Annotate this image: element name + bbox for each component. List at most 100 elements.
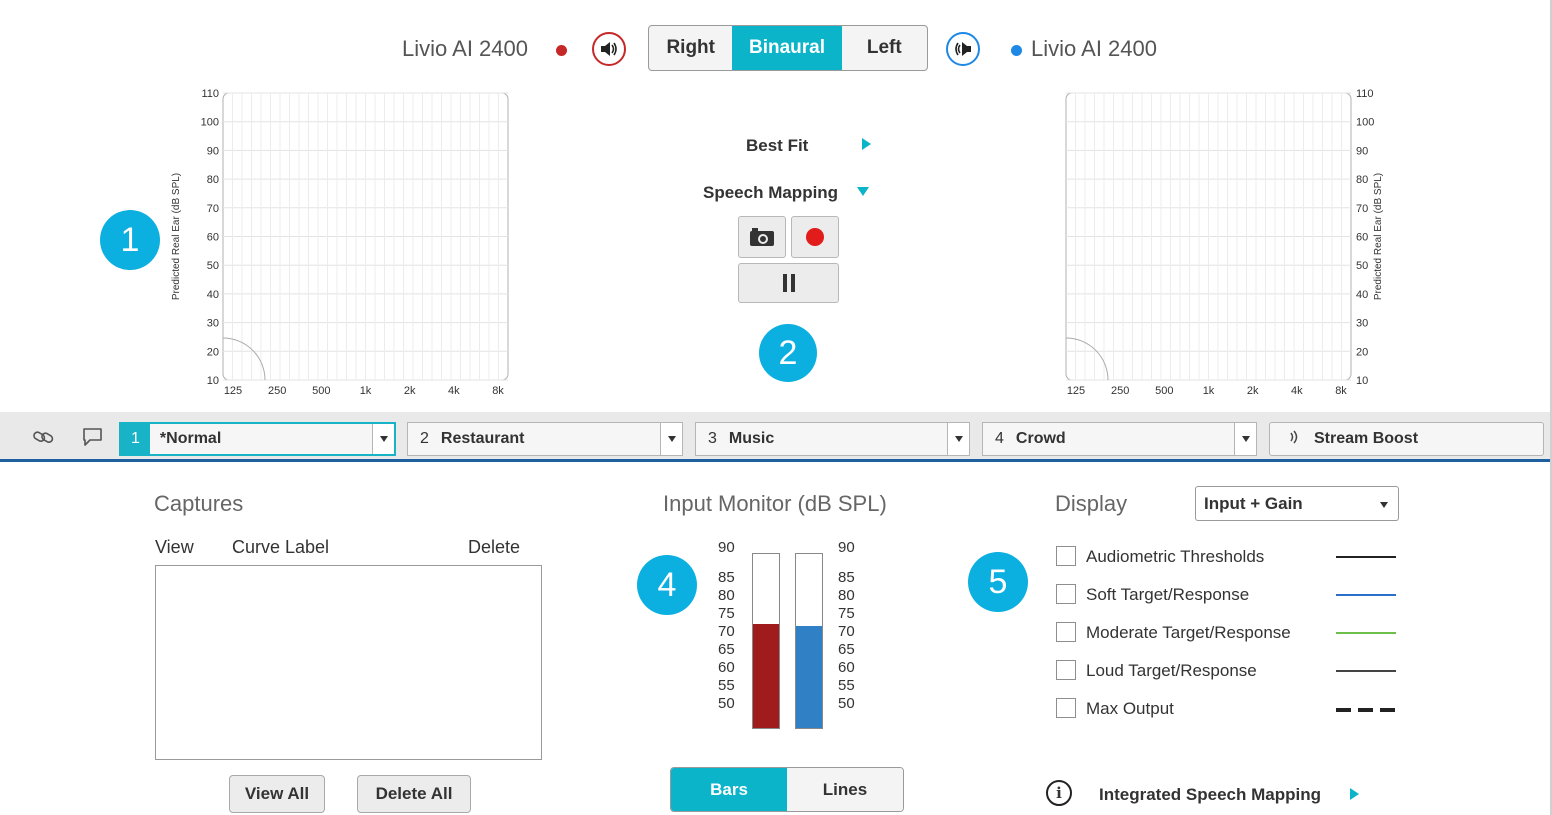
option-label: Moderate Target/Response xyxy=(1086,623,1291,642)
speaker-icon xyxy=(955,42,971,56)
comment-icon[interactable] xyxy=(82,427,104,452)
line-sample-green xyxy=(1336,632,1396,634)
captures-col-view: View xyxy=(155,537,194,557)
memory-1-number: 1 xyxy=(121,424,150,454)
speech-mapping-label[interactable]: Speech Mapping xyxy=(703,183,838,203)
display-option-audiometric[interactable]: Audiometric Thresholds xyxy=(1056,546,1401,570)
y-tick-label: 60 xyxy=(1356,232,1368,244)
scale-label: 75 xyxy=(718,605,735,622)
y-tick-label: 10 xyxy=(207,375,219,387)
info-icon[interactable]: i xyxy=(1046,780,1072,806)
x-tick-label: 125 xyxy=(224,385,242,397)
left-device-dot xyxy=(1011,45,1022,56)
bars-tab[interactable]: Bars xyxy=(671,768,787,811)
option-label: Max Output xyxy=(1086,699,1174,718)
right-device-name: Livio AI 2400 xyxy=(402,36,528,61)
memory-4-name: Crowd xyxy=(1015,430,1066,447)
stream-boost-label: Stream Boost xyxy=(1314,430,1419,447)
y-tick-label: 50 xyxy=(1356,260,1368,272)
scale-label: 50 xyxy=(838,695,855,712)
best-fit-expand-icon[interactable] xyxy=(862,138,871,150)
scale-label: 55 xyxy=(838,677,855,694)
ear-selector[interactable]: Right Binaural Left xyxy=(648,25,928,71)
left-speaker-button[interactable] xyxy=(946,32,980,66)
checkbox[interactable] xyxy=(1056,584,1076,604)
ear-right-tab[interactable]: Right xyxy=(649,26,732,70)
x-tick-label: 500 xyxy=(1155,385,1173,397)
y-tick-label: 70 xyxy=(1356,203,1368,215)
checkbox[interactable] xyxy=(1056,622,1076,642)
chevron-down-icon[interactable] xyxy=(660,423,682,455)
chevron-down-icon[interactable] xyxy=(1234,423,1256,455)
lines-tab[interactable]: Lines xyxy=(787,768,903,811)
scale-label: 65 xyxy=(838,641,855,658)
memory-3-dropdown[interactable]: 3 Music xyxy=(695,422,970,456)
integrated-speech-mapping-arrow-icon[interactable] xyxy=(1350,788,1359,800)
x-tick-label: 125 xyxy=(1067,385,1085,397)
delete-all-button[interactable]: Delete All xyxy=(357,775,471,813)
x-tick-label: 1k xyxy=(360,385,372,397)
ear-binaural-tab[interactable]: Binaural xyxy=(732,26,842,70)
pause-button[interactable] xyxy=(738,263,839,303)
x-tick-label: 4k xyxy=(1291,385,1303,397)
view-mode-toggle[interactable]: Bars Lines xyxy=(670,767,904,812)
callout-2: 2 xyxy=(759,324,817,382)
y-tick-label: 30 xyxy=(207,318,219,330)
integrated-speech-mapping-link[interactable]: Integrated Speech Mapping xyxy=(1099,785,1321,805)
captures-col-label: Curve Label xyxy=(232,537,330,557)
memory-4-dropdown[interactable]: 4 Crowd xyxy=(982,422,1257,456)
snapshot-button[interactable] xyxy=(738,216,786,258)
display-option-loud[interactable]: Loud Target/Response xyxy=(1056,660,1401,684)
memory-1-dropdown[interactable]: 1 *Normal xyxy=(119,422,396,456)
memory-2-number: 2 xyxy=(420,430,429,447)
y-tick-label: 40 xyxy=(1356,289,1368,301)
chevron-down-icon xyxy=(1380,502,1388,508)
stream-boost-button[interactable]: Stream Boost xyxy=(1269,422,1544,456)
captures-list[interactable] xyxy=(155,565,542,760)
display-option-soft[interactable]: Soft Target/Response xyxy=(1056,584,1401,608)
y-tick-label: 100 xyxy=(201,117,219,129)
scale-label: 55 xyxy=(718,677,735,694)
best-fit-label[interactable]: Best Fit xyxy=(746,136,808,156)
memory-1-name: *Normal xyxy=(159,430,222,447)
view-all-button[interactable]: View All xyxy=(229,775,325,813)
display-select[interactable]: Input + Gain xyxy=(1195,486,1399,521)
y-tick-label: 20 xyxy=(207,346,219,358)
speaker-icon xyxy=(601,42,617,56)
checkbox[interactable] xyxy=(1056,698,1076,718)
record-button[interactable] xyxy=(791,216,839,258)
scale-label: 85 xyxy=(718,569,735,586)
link-icon[interactable] xyxy=(32,427,56,452)
scale-label: 70 xyxy=(718,623,735,640)
x-tick-label: 2k xyxy=(404,385,416,397)
right-level-fill xyxy=(753,623,779,728)
display-option-moderate[interactable]: Moderate Target/Response xyxy=(1056,622,1401,646)
right-level-meter xyxy=(752,553,780,729)
speech-mapping-collapse-icon[interactable] xyxy=(857,187,869,196)
checkbox[interactable] xyxy=(1056,660,1076,680)
x-tick-label: 1k xyxy=(1203,385,1215,397)
memory-4-number: 4 xyxy=(995,430,1004,447)
x-tick-label: 4k xyxy=(448,385,460,397)
callout-5: 5 xyxy=(968,552,1028,612)
y-axis-label: Predicted Real Ear (dB SPL) xyxy=(171,173,182,300)
chevron-down-icon[interactable] xyxy=(947,423,969,455)
ear-left-tab[interactable]: Left xyxy=(842,26,927,70)
line-sample-gray xyxy=(1336,670,1396,672)
memory-2-name: Restaurant xyxy=(440,430,525,447)
camera-icon xyxy=(750,228,774,246)
pause-icon xyxy=(782,274,795,292)
line-sample-blue xyxy=(1336,594,1396,596)
scale-label: 90 xyxy=(718,539,735,556)
chevron-down-icon[interactable] xyxy=(372,424,394,454)
checkbox[interactable] xyxy=(1056,546,1076,566)
scale-label: 60 xyxy=(718,659,735,676)
memory-2-dropdown[interactable]: 2 Restaurant xyxy=(407,422,683,456)
memory-toolbar: 1 *Normal 2 Restaurant 3 Music 4 Crowd S… xyxy=(0,412,1552,462)
option-label: Loud Target/Response xyxy=(1086,661,1257,680)
left-level-meter xyxy=(795,553,823,729)
y-tick-label: 50 xyxy=(207,260,219,272)
display-option-max-output[interactable]: Max Output xyxy=(1056,698,1401,722)
scale-label: 65 xyxy=(718,641,735,658)
right-speaker-button[interactable] xyxy=(592,32,626,66)
